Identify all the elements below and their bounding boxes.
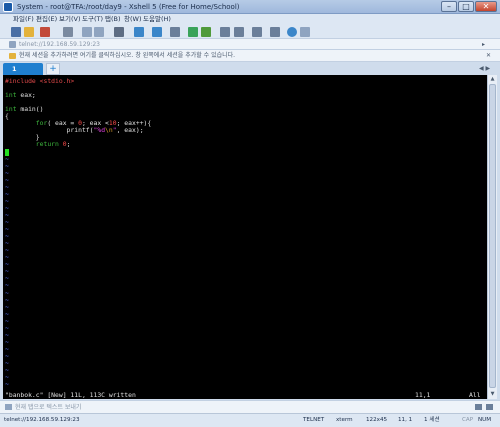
code-token: ; [66,140,71,149]
app-icon [3,2,13,12]
color-scheme-icon[interactable] [134,27,144,37]
layout-icon[interactable] [252,27,262,37]
xftp-icon[interactable] [188,27,198,37]
code-token: int [5,91,17,100]
add-tab-button[interactable]: + [46,63,60,75]
find-icon[interactable] [94,27,104,37]
empty-line-tilde: ~ [5,380,9,389]
terminal-screen[interactable]: #include <stdio.h> int eax; int main(){ fo… [3,75,487,399]
keyboard-icon[interactable] [220,27,230,37]
vim-scroll-position: All [469,391,481,399]
code-token: , eax); [116,126,144,135]
new-session-icon[interactable] [11,27,21,37]
address-go-icon[interactable]: ▸ [482,41,485,48]
info-bar: 현재 세션을 추가하려면 여기를 클릭하십시오. 창 왼쪽에서 세션을 추가할 … [0,50,500,62]
print-icon[interactable] [114,27,124,37]
menu-tools[interactable]: 도구(T) [82,14,103,25]
minimize-button[interactable]: – [441,1,457,12]
info-close-icon[interactable]: ✕ [486,52,491,60]
code-token: #include <stdio.h> [5,77,75,85]
close-button[interactable]: ✕ [475,1,497,12]
compose-icon [5,404,12,410]
fullscreen-icon[interactable] [234,27,244,37]
globe-icon[interactable] [152,27,162,37]
menu-window[interactable]: 창(W) [124,14,141,25]
properties-icon[interactable] [63,27,73,37]
status-sessions: 1 세션 [424,417,440,423]
code-line: #include <stdio.h> [5,78,74,85]
info-message[interactable]: 현재 세션을 추가하려면 여기를 클릭하십시오. 창 왼쪽에서 세션을 추가할 … [19,50,235,62]
copy-icon[interactable] [82,27,92,37]
address-icon [9,41,16,48]
status-protocol: TELNET [303,417,325,423]
lock-icon[interactable] [270,27,280,37]
menu-bar: 파일(F) 편집(E) 보기(V) 도구(T) 탭(B) 창(W) 도움말(H) [0,14,500,25]
menu-tab[interactable]: 탭(B) [105,14,121,25]
status-num: NUM [478,417,492,423]
more-icon[interactable] [300,27,310,37]
vim-status-message: "banbok.c" [New] 11L, 113C written [5,391,136,399]
code-line: int eax; [5,92,36,99]
font-icon[interactable] [170,27,180,37]
vim-cursor-position: 11,1 [415,391,431,399]
scroll-up-icon[interactable]: ▲ [488,75,497,83]
toolbar [0,25,500,39]
open-folder-icon[interactable] [24,27,34,37]
maximize-button[interactable]: □ [458,1,474,12]
compose-bar: 현재 탭으로 텍스트 보내기 [0,400,500,413]
status-caps: CAP [462,417,474,423]
status-term: xterm [336,417,353,423]
window-title: System - root@TFA:/root/day9 - Xshell 5 … [17,3,240,11]
status-address: telnet://192.168.59.129:23 [4,417,80,423]
menu-help[interactable]: 도움말(H) [143,14,171,25]
status-cursor: 11, 1 [398,417,413,423]
title-bar: System - root@TFA:/root/day9 - Xshell 5 … [0,0,500,14]
status-size: 122x45 [366,417,388,423]
menu-edit[interactable]: 편집(E) [36,14,57,25]
scroll-thumb[interactable] [489,84,496,388]
tab-nav-arrows[interactable]: ◀ ▶ [479,65,490,72]
code-token: \n [105,126,113,135]
script-icon[interactable] [201,27,211,37]
code-token: "%d [93,126,106,135]
code-token: return [35,140,59,149]
tab-strip: 1 System + ◀ ▶ [0,62,500,85]
tab-system[interactable]: 1 System [3,63,43,85]
compose-send-icon[interactable] [486,404,493,410]
code-line: return 0; [5,140,71,149]
address-bar: telnet://192.168.59.129:23 ▸ [0,39,500,50]
compose-menu-icon[interactable] [475,404,482,410]
code-token: eax; [16,91,36,100]
menu-file[interactable]: 파일(F) [13,14,34,25]
info-icon [9,53,16,59]
code-token: main() [16,105,44,114]
help-icon[interactable] [287,27,297,37]
address-input[interactable]: telnet://192.168.59.129:23 [19,39,100,50]
menu-view[interactable]: 보기(V) [59,14,80,25]
status-bar: telnet://192.168.59.129:23 TELNET xterm … [0,413,500,427]
disconnect-icon[interactable] [40,27,50,37]
code-line: int main() [5,106,43,113]
scroll-down-icon[interactable]: ▼ [488,390,497,398]
